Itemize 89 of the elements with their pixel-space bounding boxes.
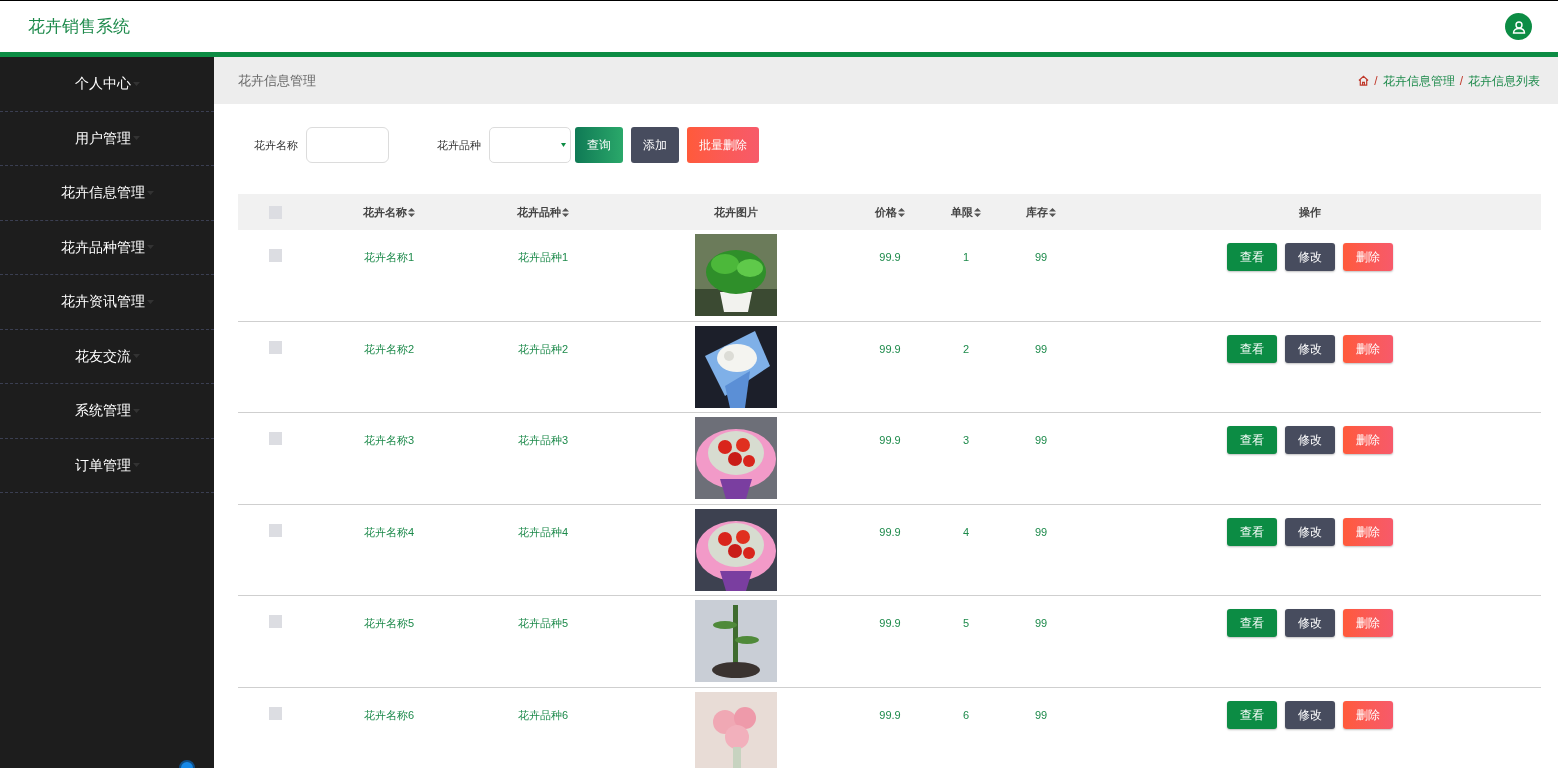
checkbox[interactable] — [269, 432, 282, 445]
sidebar-item[interactable]: 花卉资讯管理 — [0, 275, 214, 330]
table-cell-text: 99.9 — [879, 524, 901, 540]
delete-button[interactable]: 删除 — [1343, 334, 1393, 363]
breadcrumb-link[interactable]: 花卉信息列表 — [1468, 71, 1540, 90]
breadcrumb-separator: / — [1374, 72, 1378, 90]
table-cell-text: 花卉名称2 — [363, 341, 415, 357]
table-cell-text: 花卉品种3 — [517, 433, 569, 448]
sidebar-item[interactable]: 花卉信息管理 — [0, 166, 214, 221]
delete-button[interactable]: 删除 — [1343, 609, 1393, 637]
table-cell-text: 2 — [962, 341, 970, 357]
table-cell-text: 花卉名称3 — [363, 433, 415, 448]
table-cell-text: 花卉名称6 — [363, 707, 415, 723]
sidebar-item[interactable]: 订单管理 — [0, 438, 214, 493]
sort-icon[interactable] — [408, 207, 415, 217]
column-header: 库存 — [1026, 204, 1048, 220]
breadcrumb-link[interactable]: 花卉信息管理 — [1382, 71, 1455, 90]
column-header: 花卉图片 — [714, 204, 758, 220]
table-cell-text: 花卉品种2 — [517, 341, 569, 357]
edit-button[interactable]: 修改 — [1285, 334, 1335, 363]
view-button[interactable]: 查看 — [1227, 243, 1277, 271]
table-cell-text: 99 — [1034, 524, 1048, 540]
table-cell-text: 99 — [1034, 250, 1048, 265]
checkbox[interactable] — [269, 523, 282, 537]
view-button[interactable]: 查看 — [1227, 700, 1277, 729]
field-label: 花卉名称 — [254, 137, 298, 153]
table-cell-text: 6 — [962, 707, 970, 723]
breadcrumb-separator: / — [1459, 72, 1463, 90]
table-cell-text: 99.9 — [879, 433, 901, 448]
input-field[interactable] — [306, 127, 389, 163]
table-cell-text: 3 — [962, 433, 970, 448]
column-header: 操作 — [1299, 204, 1321, 220]
sort-icon[interactable] — [1049, 207, 1056, 217]
column-header: 价格 — [875, 204, 897, 220]
home-icon[interactable] — [1358, 75, 1370, 86]
table-cell-text: 99 — [1034, 341, 1048, 357]
sidebar-item[interactable]: 花友交流 — [0, 329, 214, 384]
table-cell-text: 5 — [962, 616, 970, 631]
column-header: 花卉名称 — [363, 204, 407, 220]
edit-button[interactable]: 修改 — [1285, 700, 1335, 729]
view-button[interactable]: 查看 — [1227, 334, 1277, 363]
table-cell-text: 花卉名称4 — [363, 524, 415, 540]
view-button[interactable]: 查看 — [1227, 609, 1277, 637]
page-title: 花卉信息管理 — [238, 71, 316, 90]
table-cell-text: 花卉品种1 — [517, 250, 569, 265]
view-button[interactable]: 查看 — [1227, 517, 1277, 546]
checkbox[interactable] — [269, 706, 282, 720]
sidebar-item[interactable]: 用户管理 — [0, 111, 214, 166]
table-cell-text: 99 — [1034, 707, 1048, 723]
table-cell-text: 99.9 — [879, 341, 901, 357]
edit-button[interactable]: 修改 — [1285, 609, 1335, 637]
dropdown-caret-icon — [561, 143, 566, 147]
view-button[interactable]: 查看 — [1227, 426, 1277, 454]
delete-button[interactable]: 删除 — [1343, 700, 1393, 729]
sort-icon[interactable] — [898, 207, 905, 217]
table-cell-text: 1 — [962, 250, 970, 265]
user-avatar-icon[interactable] — [1505, 13, 1532, 40]
sidebar-item[interactable]: 花卉品种管理 — [0, 220, 214, 275]
table-cell-text: 99.9 — [879, 707, 901, 723]
edit-button[interactable]: 修改 — [1285, 517, 1335, 546]
checkbox[interactable] — [269, 249, 282, 262]
delete-button[interactable]: 批量删除 — [687, 127, 759, 163]
column-header: 单限 — [951, 204, 973, 220]
checkbox[interactable] — [269, 340, 282, 354]
delete-button[interactable]: 删除 — [1343, 517, 1393, 546]
table-cell-text: 花卉名称1 — [363, 250, 415, 265]
table-cell-text: 花卉品种4 — [517, 524, 569, 540]
add-button[interactable]: 添加 — [631, 127, 679, 163]
field-label: 花卉品种 — [437, 137, 481, 153]
table-cell-text: 花卉品种5 — [517, 616, 569, 631]
edit-button[interactable]: 修改 — [1285, 426, 1335, 454]
sidebar-item[interactable]: 系统管理 — [0, 384, 214, 439]
column-header: 花卉品种 — [517, 204, 561, 220]
delete-button[interactable]: 删除 — [1343, 243, 1393, 271]
search-button[interactable]: 查询 — [575, 127, 623, 163]
edit-button[interactable]: 修改 — [1285, 243, 1335, 271]
table-cell-text: 99.9 — [879, 616, 901, 631]
table-cell-text: 99 — [1034, 616, 1048, 631]
select-field[interactable] — [489, 127, 571, 163]
table-cell-text: 花卉名称5 — [363, 616, 415, 631]
table-cell-text: 99 — [1034, 433, 1048, 448]
sort-icon[interactable] — [974, 207, 981, 217]
table-cell-text: 4 — [962, 524, 970, 540]
app-title: 花卉销售系统 — [28, 15, 130, 38]
checkbox[interactable] — [269, 615, 282, 628]
sort-icon[interactable] — [562, 207, 569, 217]
table-cell-text: 花卉品种6 — [517, 707, 569, 723]
table-cell-text: 99.9 — [879, 250, 901, 265]
delete-button[interactable]: 删除 — [1343, 426, 1393, 454]
